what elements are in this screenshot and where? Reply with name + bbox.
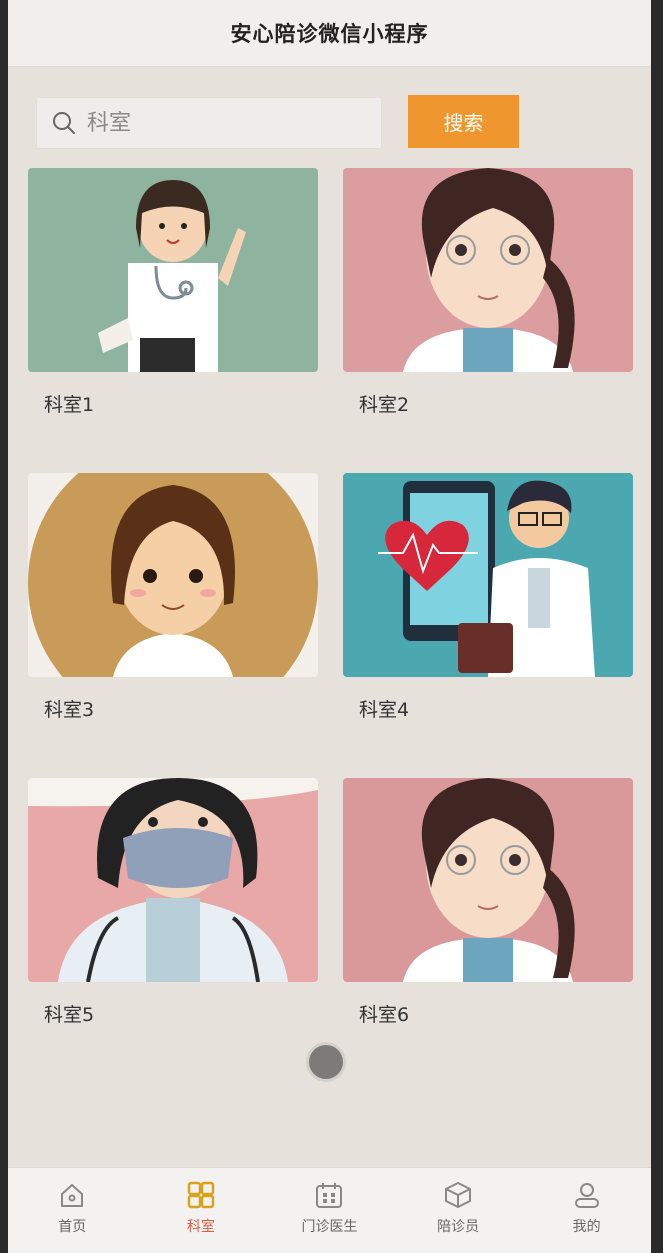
tab-label: 首页 — [58, 1219, 87, 1235]
department-card[interactable]: 科室1 — [28, 168, 318, 418]
page-title: 安心陪诊微信小程序 — [230, 22, 429, 46]
tab-label: 科室 — [186, 1219, 215, 1235]
user-icon — [574, 1183, 599, 1208]
department-label: 科室5 — [44, 1004, 95, 1026]
department-label: 科室2 — [359, 394, 410, 416]
search-button[interactable]: 搜索 — [408, 95, 519, 148]
department-label: 科室3 — [44, 699, 95, 721]
tab-mine[interactable]: 我的 — [522, 1168, 651, 1253]
department-card[interactable]: 科室5 — [28, 778, 318, 1028]
department-image — [28, 778, 318, 982]
search-box[interactable] — [36, 97, 382, 149]
department-card[interactable]: 科室4 — [343, 473, 633, 723]
tab-label: 门诊医生 — [301, 1219, 358, 1235]
department-label: 科室1 — [44, 394, 95, 416]
tab-home[interactable]: 首页 — [8, 1168, 137, 1253]
department-image — [343, 473, 633, 677]
tab-escorts[interactable]: 陪诊员 — [394, 1168, 523, 1253]
department-card[interactable]: 科室3 — [28, 473, 318, 723]
department-image — [28, 473, 318, 677]
tab-departments[interactable]: 科室 — [137, 1168, 266, 1253]
department-image — [343, 778, 633, 982]
department-label: 科室4 — [359, 699, 410, 721]
department-image — [343, 168, 633, 372]
tab-label: 陪诊员 — [437, 1219, 480, 1235]
search-row: 搜索 — [36, 95, 636, 149]
search-input[interactable] — [85, 109, 349, 137]
app-screen: 安心陪诊微信小程序 搜索 — [8, 0, 651, 1253]
grid-icon — [187, 1181, 215, 1209]
department-image — [28, 168, 318, 372]
bottom-tab-bar: 首页 科室 门诊医生 陪诊员 我的 — [8, 1167, 651, 1253]
calendar-icon — [316, 1183, 343, 1208]
box-icon — [445, 1182, 472, 1208]
department-card[interactable]: 科室2 — [343, 168, 633, 418]
title-bar: 安心陪诊微信小程序 — [8, 0, 651, 67]
floating-dot-button[interactable] — [309, 1045, 343, 1079]
tab-label: 我的 — [572, 1219, 601, 1235]
home-icon — [61, 1184, 84, 1207]
search-icon — [53, 112, 75, 134]
department-card[interactable]: 科室6 — [343, 778, 633, 1028]
tab-outpatient-doctors[interactable]: 门诊医生 — [265, 1168, 394, 1253]
department-label: 科室6 — [359, 1004, 410, 1026]
